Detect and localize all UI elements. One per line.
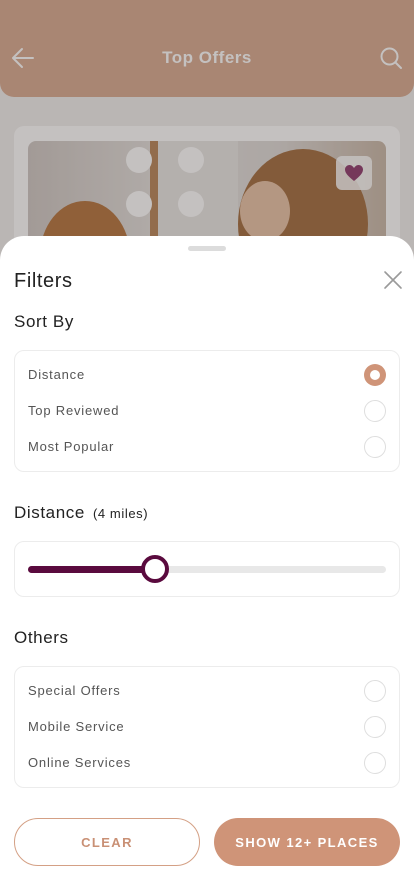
- clear-button[interactable]: CLEAR: [14, 818, 200, 866]
- sort-option-top-reviewed[interactable]: Top Reviewed: [15, 393, 399, 429]
- radio-unselected[interactable]: [364, 436, 386, 458]
- close-icon[interactable]: [381, 268, 405, 292]
- sort-option-distance[interactable]: Distance: [15, 357, 399, 393]
- sort-option-most-popular[interactable]: Most Popular: [15, 429, 399, 465]
- others-option-online-services[interactable]: Online Services: [15, 745, 399, 781]
- sheet-handle[interactable]: [188, 246, 226, 251]
- sheet-title: Filters: [14, 270, 73, 292]
- sort-option-label: Distance: [28, 367, 85, 382]
- distance-slider-track[interactable]: [28, 566, 386, 573]
- others-option-label: Online Services: [28, 755, 132, 770]
- distance-slider-thumb[interactable]: [141, 555, 170, 583]
- sort-option-label: Top Reviewed: [28, 403, 120, 418]
- show-places-button[interactable]: SHOW 12+ PLACES: [214, 818, 400, 866]
- others-option-label: Mobile Service: [28, 719, 125, 734]
- others-option-mobile-service[interactable]: Mobile Service: [15, 709, 399, 745]
- radio-unselected[interactable]: [364, 400, 386, 422]
- others-title: Others: [14, 628, 69, 647]
- distance-slider-fill: [28, 566, 156, 573]
- radio-unselected[interactable]: [364, 752, 386, 774]
- distance-label: Distance: [14, 503, 85, 522]
- others-options: Special Offers Mobile Service Online Ser…: [14, 666, 400, 788]
- distance-title: Distance (4 miles): [14, 503, 148, 523]
- others-option-special-offers[interactable]: Special Offers: [15, 673, 399, 709]
- radio-selected[interactable]: [364, 364, 386, 386]
- distance-value: (4 miles): [92, 506, 149, 521]
- sort-option-label: Most Popular: [28, 439, 115, 454]
- radio-unselected[interactable]: [364, 716, 386, 738]
- sort-by-options: Distance Top Reviewed Most Popular: [14, 350, 400, 472]
- filters-sheet: Filters Sort By Distance Top Reviewed Mo…: [0, 236, 414, 896]
- distance-slider-box: [14, 541, 400, 597]
- sort-by-title: Sort By: [14, 312, 74, 331]
- others-option-label: Special Offers: [28, 683, 121, 698]
- radio-unselected[interactable]: [364, 680, 386, 702]
